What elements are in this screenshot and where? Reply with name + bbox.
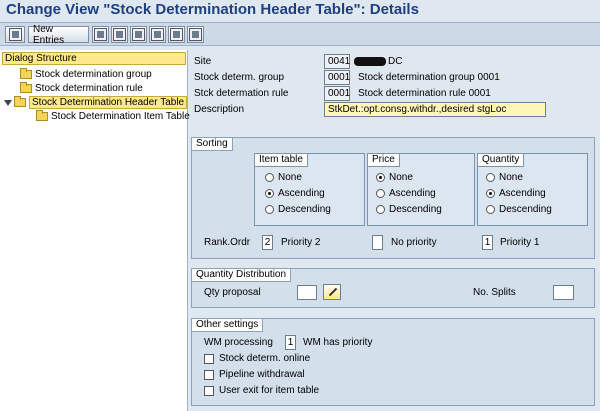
- title-bar: Change View "Stock Determination Header …: [0, 0, 600, 22]
- checkbox-icon: [204, 385, 214, 396]
- tree-item-label: Stock Determination Item Table: [51, 111, 190, 122]
- stock-determ-rule-label: Stck determation rule: [194, 88, 289, 99]
- tree-item-stock-determination-rule[interactable]: Stock determination rule: [20, 82, 143, 95]
- pencil-icon[interactable]: [323, 284, 341, 300]
- price-title: Price: [368, 154, 400, 167]
- tree-item-label: Stock determination group: [35, 69, 152, 80]
- qty-proposal-label: Qty proposal: [204, 287, 261, 298]
- sorting-title: Sorting: [192, 138, 233, 151]
- folder-icon: [20, 68, 32, 79]
- pencil-glasses-icon: [8, 28, 22, 41]
- wm-processing-input[interactable]: 1: [285, 335, 296, 350]
- wm-processing-label: WM processing: [204, 337, 273, 348]
- rank-quantity-input[interactable]: 1: [482, 235, 493, 250]
- quantity-subgroup: Quantity None Ascending Descending: [477, 153, 588, 226]
- open-folder-icon: [14, 96, 26, 107]
- rank-quantity-text: Priority 1: [500, 237, 540, 248]
- tree-item-stock-determination-group[interactable]: Stock determination group: [20, 68, 152, 81]
- radio-off-icon: [265, 205, 274, 214]
- quantity-title: Quantity: [478, 154, 525, 167]
- rank-price-text: No priority: [391, 237, 437, 248]
- checkbox-icon: [204, 353, 214, 364]
- pipeline-withdrawal-checkbox[interactable]: Pipeline withdrawal: [204, 369, 305, 380]
- folder-icon: [20, 82, 32, 93]
- site-field: 0041: [324, 54, 350, 69]
- next-icon: [170, 28, 183, 41]
- next-entry-button[interactable]: [168, 26, 185, 43]
- stock-determ-rule-text: Stock determination rule 0001: [358, 88, 491, 99]
- item-table-title: Item table: [255, 154, 308, 167]
- quantity-distribution-title: Quantity Distribution: [192, 269, 292, 282]
- description-input[interactable]: StkDet.:opt.consg.withdr.,desired stgLoc: [324, 102, 546, 117]
- item-table-ascending-radio[interactable]: Ascending: [265, 188, 325, 199]
- tree-item-label: Stock Determination Header Table: [29, 96, 188, 109]
- stock-determ-rule-field: 0001: [324, 86, 350, 101]
- print-icon: [189, 28, 202, 41]
- other-settings-title: Other settings: [192, 319, 264, 332]
- no-splits-input[interactable]: [553, 285, 574, 300]
- rank-price-input[interactable]: [372, 235, 383, 250]
- stock-determ-group-label: Stock determ. group: [194, 72, 285, 83]
- radio-off-icon: [265, 173, 274, 182]
- sorting-group: Sorting Item table None Ascending Descen…: [191, 137, 595, 259]
- radio-off-icon: [376, 189, 385, 198]
- description-label: Description: [194, 104, 245, 115]
- radio-off-icon: [486, 173, 495, 182]
- tree-item-stock-determination-header-table[interactable]: Stock Determination Header Table: [4, 96, 188, 109]
- radio-on-icon: [376, 173, 385, 182]
- stock-determ-online-checkbox[interactable]: Stock determ. online: [204, 353, 310, 364]
- qty-proposal-input[interactable]: [297, 285, 317, 300]
- rank-item-table-input[interactable]: 2: [262, 235, 273, 250]
- redacted-site-name: [354, 57, 386, 66]
- tree-item-label: Stock determination rule: [35, 83, 143, 94]
- quantity-ascending-radio[interactable]: Ascending: [486, 188, 546, 199]
- checkbox-icon: [204, 369, 214, 380]
- site-label: Site: [194, 56, 212, 67]
- delete-icon: [113, 28, 126, 41]
- item-table-descending-radio[interactable]: Descending: [265, 204, 331, 215]
- other-settings-group: Other settings WM processing 1 WM has pr…: [191, 318, 595, 406]
- radio-on-icon: [486, 189, 495, 198]
- rank-order-label: Rank.Ordr: [204, 237, 251, 248]
- previous-icon: [151, 28, 164, 41]
- undo-button[interactable]: [130, 26, 147, 43]
- copy-button[interactable]: [92, 26, 109, 43]
- radio-off-icon: [376, 205, 385, 214]
- dialog-structure-panel: Dialog Structure Stock determination gro…: [0, 50, 190, 411]
- item-table-subgroup: Item table None Ascending Descending: [254, 153, 365, 226]
- wm-processing-text: WM has priority: [303, 337, 373, 348]
- no-splits-label: No. Splits: [473, 287, 516, 298]
- expand-triangle-icon[interactable]: [4, 99, 12, 106]
- print-button[interactable]: [187, 26, 204, 43]
- page-title: Change View "Stock Determination Header …: [6, 1, 419, 18]
- price-subgroup: Price None Ascending Descending: [367, 153, 475, 226]
- display-change-button[interactable]: [5, 26, 25, 43]
- delete-button[interactable]: [111, 26, 128, 43]
- dialog-structure-header: Dialog Structure: [2, 52, 186, 65]
- application-toolbar: New Entries: [0, 22, 600, 46]
- item-table-none-radio[interactable]: None: [265, 172, 302, 183]
- price-descending-radio[interactable]: Descending: [376, 204, 442, 215]
- new-entries-button[interactable]: New Entries: [28, 24, 89, 46]
- quantity-none-radio[interactable]: None: [486, 172, 523, 183]
- stock-determ-group-field: 0001: [324, 70, 350, 85]
- rank-item-table-text: Priority 2: [281, 237, 321, 248]
- site-suffix: DC: [388, 56, 403, 67]
- tree-item-stock-determination-item-table[interactable]: Stock Determination Item Table: [36, 110, 190, 123]
- quantity-distribution-group: Quantity Distribution Qty proposal No. S…: [191, 268, 595, 308]
- price-ascending-radio[interactable]: Ascending: [376, 188, 436, 199]
- copy-icon: [94, 28, 107, 41]
- quantity-descending-radio[interactable]: Descending: [486, 204, 552, 215]
- previous-entry-button[interactable]: [149, 26, 166, 43]
- radio-on-icon: [265, 189, 274, 198]
- user-exit-item-table-checkbox[interactable]: User exit for item table: [204, 385, 319, 396]
- price-none-radio[interactable]: None: [376, 172, 413, 183]
- folder-icon: [36, 110, 48, 121]
- undo-icon: [132, 28, 145, 41]
- stock-determ-group-text: Stock determination group 0001: [358, 72, 500, 83]
- radio-off-icon: [486, 205, 495, 214]
